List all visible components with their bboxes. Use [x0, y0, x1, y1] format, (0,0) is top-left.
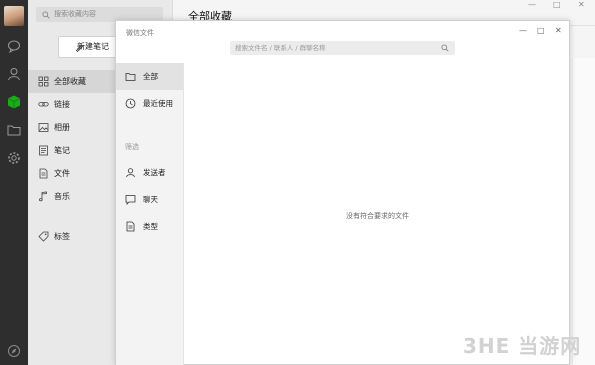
file-icon	[39, 168, 48, 179]
tag-icon	[38, 231, 49, 242]
dialog-close-button[interactable]: ✕	[555, 26, 562, 35]
fav-item-label: 全部收藏	[54, 77, 86, 86]
filter-sender[interactable]: 发送者	[116, 159, 183, 186]
dialog-nav-all[interactable]: 全部	[116, 63, 183, 90]
search-icon	[441, 44, 449, 52]
filter-label: 发送者	[143, 168, 166, 177]
fav-item-label: 文件	[54, 169, 70, 178]
favorites-cube-icon[interactable]	[6, 94, 22, 110]
fav-item-label: 音乐	[54, 192, 70, 201]
filter-section-label: 筛选	[125, 143, 139, 151]
dialog-nav-label: 全部	[143, 72, 158, 81]
minimize-button[interactable]: —	[528, 0, 536, 9]
document-icon	[126, 221, 135, 232]
image-icon	[38, 123, 49, 132]
dialog-nav-label: 最近使用	[143, 99, 173, 108]
dialog-title: 微信文件	[126, 29, 154, 37]
navigation-rail	[0, 0, 28, 365]
dialog-sidebar: 全部 最近使用 筛选 发送者 聊天 类型	[116, 63, 184, 365]
note-icon	[39, 145, 48, 156]
dialog-maximize-button[interactable]: □	[537, 26, 545, 35]
dialog-nav-recent[interactable]: 最近使用	[116, 90, 183, 117]
watermark-text: 3HE 当游网	[463, 334, 582, 358]
content-scroll-area	[572, 58, 595, 365]
search-icon	[42, 11, 50, 19]
grid-icon	[38, 76, 49, 87]
fav-item-label: 链接	[54, 100, 70, 109]
dialog-minimize-button[interactable]: —	[519, 26, 527, 35]
link-icon	[38, 102, 49, 107]
contacts-icon[interactable]	[6, 66, 22, 82]
chat-icon[interactable]	[6, 38, 22, 54]
music-icon	[38, 191, 47, 202]
folder-icon	[125, 73, 136, 81]
clock-icon	[125, 98, 136, 109]
chat-icon	[125, 195, 136, 205]
compass-icon[interactable]	[6, 343, 22, 359]
filter-chat[interactable]: 聊天	[116, 186, 183, 213]
fav-item-label: 笔记	[54, 146, 70, 155]
search-placeholder: 搜索文件名 / 联系人 / 群聊名称	[235, 44, 326, 52]
fav-item-label: 相册	[54, 123, 70, 132]
empty-state-message: 没有符合要求的文件	[346, 212, 409, 220]
fav-item-label: 标签	[54, 232, 70, 241]
filter-type[interactable]: 类型	[116, 213, 183, 240]
close-button[interactable]: ✕	[578, 0, 585, 9]
settings-gear-icon[interactable]	[6, 150, 22, 166]
folder-icon[interactable]	[6, 122, 22, 138]
person-icon	[126, 168, 135, 178]
maximize-button[interactable]: □	[553, 0, 561, 9]
pencil-icon	[75, 44, 84, 52]
filter-label: 类型	[143, 222, 158, 231]
wechat-files-dialog: 微信文件 — □ ✕ 搜索文件名 / 联系人 / 群聊名称 全部 最近使用 筛选	[115, 20, 570, 365]
file-search-input[interactable]: 搜索文件名 / 联系人 / 群聊名称	[230, 41, 455, 55]
avatar[interactable]	[4, 6, 24, 26]
filter-label: 聊天	[143, 195, 158, 204]
search-placeholder: 搜索收藏内容	[54, 10, 96, 18]
